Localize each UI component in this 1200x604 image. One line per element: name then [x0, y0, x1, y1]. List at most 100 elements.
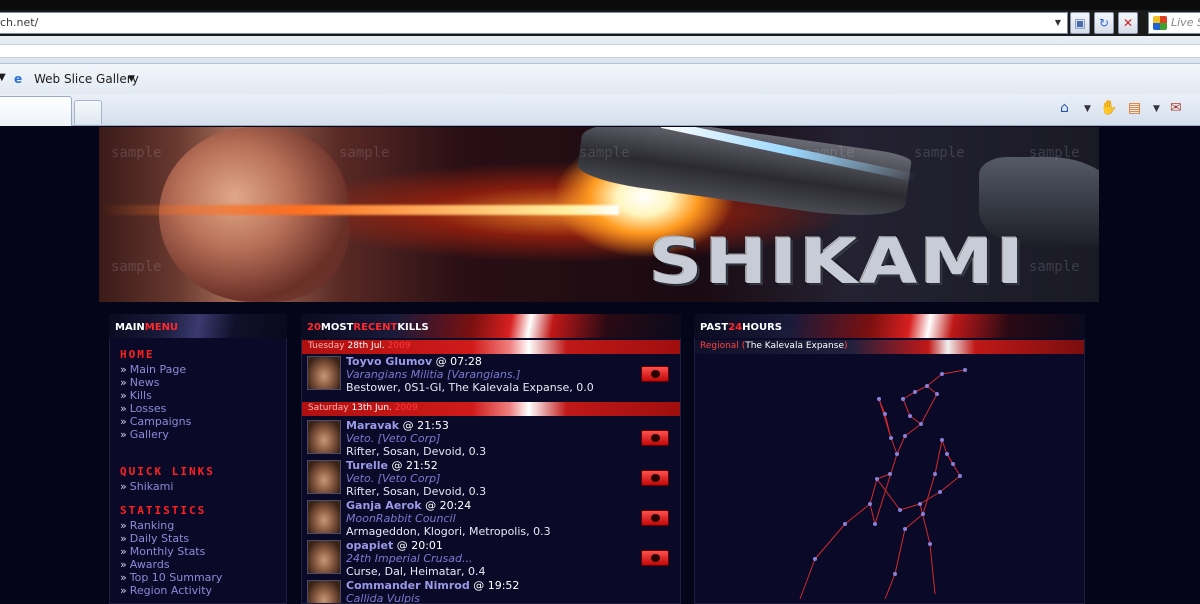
menu-item-shikami[interactable]: » Shikami [120, 480, 286, 493]
menu-item-daily-stats[interactable]: » Daily Stats [120, 532, 286, 545]
ship-thumbnail[interactable] [307, 460, 341, 494]
menu-item-label: Gallery [129, 428, 169, 441]
tab-bar [0, 94, 1200, 126]
kill-location: Curse, Dal, Heimatar, 0.4 [346, 565, 486, 578]
ship-thumbnail[interactable] [307, 500, 341, 534]
menu-section-home: HOME » Main Page » News » Kills » Losses » Ca… [110, 348, 286, 441]
kill-detail-button[interactable] [641, 366, 669, 382]
kill-victim-line: Turelle @ 21:52 [346, 459, 438, 472]
menu-item-kills[interactable]: » Kills [120, 389, 286, 402]
main-menu-title: MAINMENU [109, 314, 287, 338]
chevron-down-icon[interactable]: ▼ [1153, 104, 1160, 114]
favorites-bar: ▼ e Web Slice Gallery ▼ [0, 64, 1200, 94]
victim-corp[interactable]: 24th Imperial Crusad... [346, 552, 472, 565]
menu-item-news[interactable]: » News [120, 376, 286, 389]
menu-item-campaigns[interactable]: » Campaigns [120, 415, 286, 428]
date-day: Tuesday [308, 341, 345, 351]
menu-item-region-activity[interactable]: » Region Activity [120, 584, 286, 597]
stop-button[interactable]: ✕ [1118, 12, 1138, 34]
toolbar-strip [0, 36, 1200, 64]
region-name[interactable]: The Kalevala Expanse [745, 341, 844, 351]
watermark-text: sample [579, 145, 630, 161]
kill-time: @ 21:52 [391, 459, 438, 472]
ship-thumbnail[interactable] [307, 540, 341, 574]
watermark-text: sample [339, 145, 390, 161]
kill-detail-button[interactable] [641, 510, 669, 526]
menu-item-top-10-summary[interactable]: » Top 10 Summary [120, 571, 286, 584]
menu-item-monthly-stats[interactable]: » Monthly Stats [120, 545, 286, 558]
kill-row[interactable]: Ganja Aerok @ 20:24 MoonRabbit Council A… [302, 498, 680, 538]
bullet-icon: » [120, 532, 127, 545]
victim-name[interactable]: Turelle [346, 459, 388, 472]
title-part: MOST [320, 322, 354, 333]
kill-row[interactable]: Turelle @ 21:52 Veto. [Veto Corp] Rifter… [302, 458, 680, 498]
title-part: MENU [144, 322, 179, 333]
search-input[interactable]: Live S [1148, 12, 1200, 34]
menu-item-label: Top 10 Summary [129, 571, 223, 584]
bullet-icon: » [120, 376, 127, 389]
home-icon[interactable]: ⌂ [1060, 100, 1069, 116]
menu-item-main-page[interactable]: » Main Page [120, 363, 286, 376]
title-part: 24 [728, 322, 743, 333]
menu-item-label: Awards [129, 558, 170, 571]
ship-thumbnail[interactable] [307, 420, 341, 454]
kill-detail-button[interactable] [641, 550, 669, 566]
victim-name[interactable]: Commander Nimrod [346, 579, 470, 592]
region-map[interactable] [695, 354, 1084, 604]
menu-item-label: Ranking [129, 519, 175, 532]
menu-item-ranking[interactable]: » Ranking [120, 519, 286, 532]
kill-row[interactable]: Maravak @ 21:53 Veto. [Veto Corp] Rifter… [302, 418, 680, 458]
web-slice-gallery-link[interactable]: Web Slice Gallery [34, 72, 139, 86]
chevron-down-icon[interactable]: ▼ [1051, 15, 1065, 31]
kill-row[interactable]: Commander Nimrod @ 19:52 Callida Vulpis [302, 578, 680, 603]
compatibility-view-button[interactable]: ▣ [1070, 12, 1090, 34]
watermark-text: sample [1029, 145, 1080, 161]
victim-corp[interactable]: Veto. [Veto Corp] [346, 472, 440, 485]
chevron-down-icon[interactable]: ▼ [128, 74, 135, 84]
ship-thumbnail[interactable] [307, 580, 341, 603]
victim-corp[interactable]: Veto. [Veto Corp] [346, 432, 440, 445]
kill-victim-line: opapiet @ 20:01 [346, 539, 443, 552]
address-bar[interactable]: ch.net/ ▼ [0, 12, 1068, 34]
menu-item-losses[interactable]: » Losses [120, 402, 286, 415]
tab-current[interactable] [0, 96, 72, 126]
kill-row[interactable]: Toyvo Glumov @ 07:28 Varangians Militia … [302, 354, 680, 394]
victim-name[interactable]: opapiet [346, 539, 393, 552]
watermark-text: sample [111, 259, 162, 275]
menu-item-gallery[interactable]: » Gallery [120, 428, 286, 441]
kill-detail-button[interactable] [641, 430, 669, 446]
ship-thumbnail[interactable] [307, 356, 341, 390]
kill-row[interactable]: opapiet @ 20:01 24th Imperial Crusad... … [302, 538, 680, 578]
bullet-icon: » [120, 389, 127, 402]
kill-detail-button[interactable] [641, 470, 669, 486]
watermark-text: sample [914, 145, 965, 161]
hand-icon[interactable]: ✋ [1100, 100, 1117, 116]
menu-section-quick-links: QUICK LINKS » Shikami [110, 465, 286, 493]
past-24-hours-body: Regional (The Kalevala Expanse) [694, 338, 1085, 604]
kill-location: Armageddon, Klogori, Metropolis, 0.3 [346, 525, 551, 538]
menu-item-label: Main Page [129, 363, 187, 376]
victim-name[interactable]: Ganja Aerok [346, 499, 422, 512]
past-24-hours-panel: PAST24HOURS Regional (The Kalevala Expan… [694, 314, 1085, 604]
kill-location: Rifter, Sosan, Devoid, 0.3 [346, 445, 487, 458]
victim-name[interactable]: Toyvo Glumov [346, 355, 432, 368]
menu-item-awards[interactable]: » Awards [120, 558, 286, 571]
site-banner: sample sample sample sample sample sampl… [99, 127, 1099, 302]
toolbar-strip-field [0, 44, 1200, 58]
refresh-button[interactable]: ↻ [1094, 12, 1114, 34]
victim-corp[interactable]: Callida Vulpis [346, 592, 420, 603]
kill-victim-line: Maravak @ 21:53 [346, 419, 449, 432]
menu-item-label: Region Activity [129, 584, 213, 597]
chevron-down-icon[interactable]: ▼ [0, 72, 6, 83]
banner-beam-art [99, 205, 619, 215]
search-placeholder: Live S [1171, 16, 1200, 29]
feeds-icon[interactable]: ▤ [1128, 100, 1141, 116]
victim-corp[interactable]: MoonRabbit Council [346, 512, 456, 525]
compatibility-icon: ▣ [1074, 16, 1086, 30]
victim-corp[interactable]: Varangians Militia [Varangians.] [346, 368, 520, 381]
victim-name[interactable]: Maravak [346, 419, 399, 432]
mail-icon[interactable]: ✉ [1170, 100, 1182, 116]
chevron-down-icon[interactable]: ▼ [1084, 104, 1091, 114]
date-text: 28th Jul. [347, 341, 385, 351]
new-tab-button[interactable] [74, 100, 102, 124]
